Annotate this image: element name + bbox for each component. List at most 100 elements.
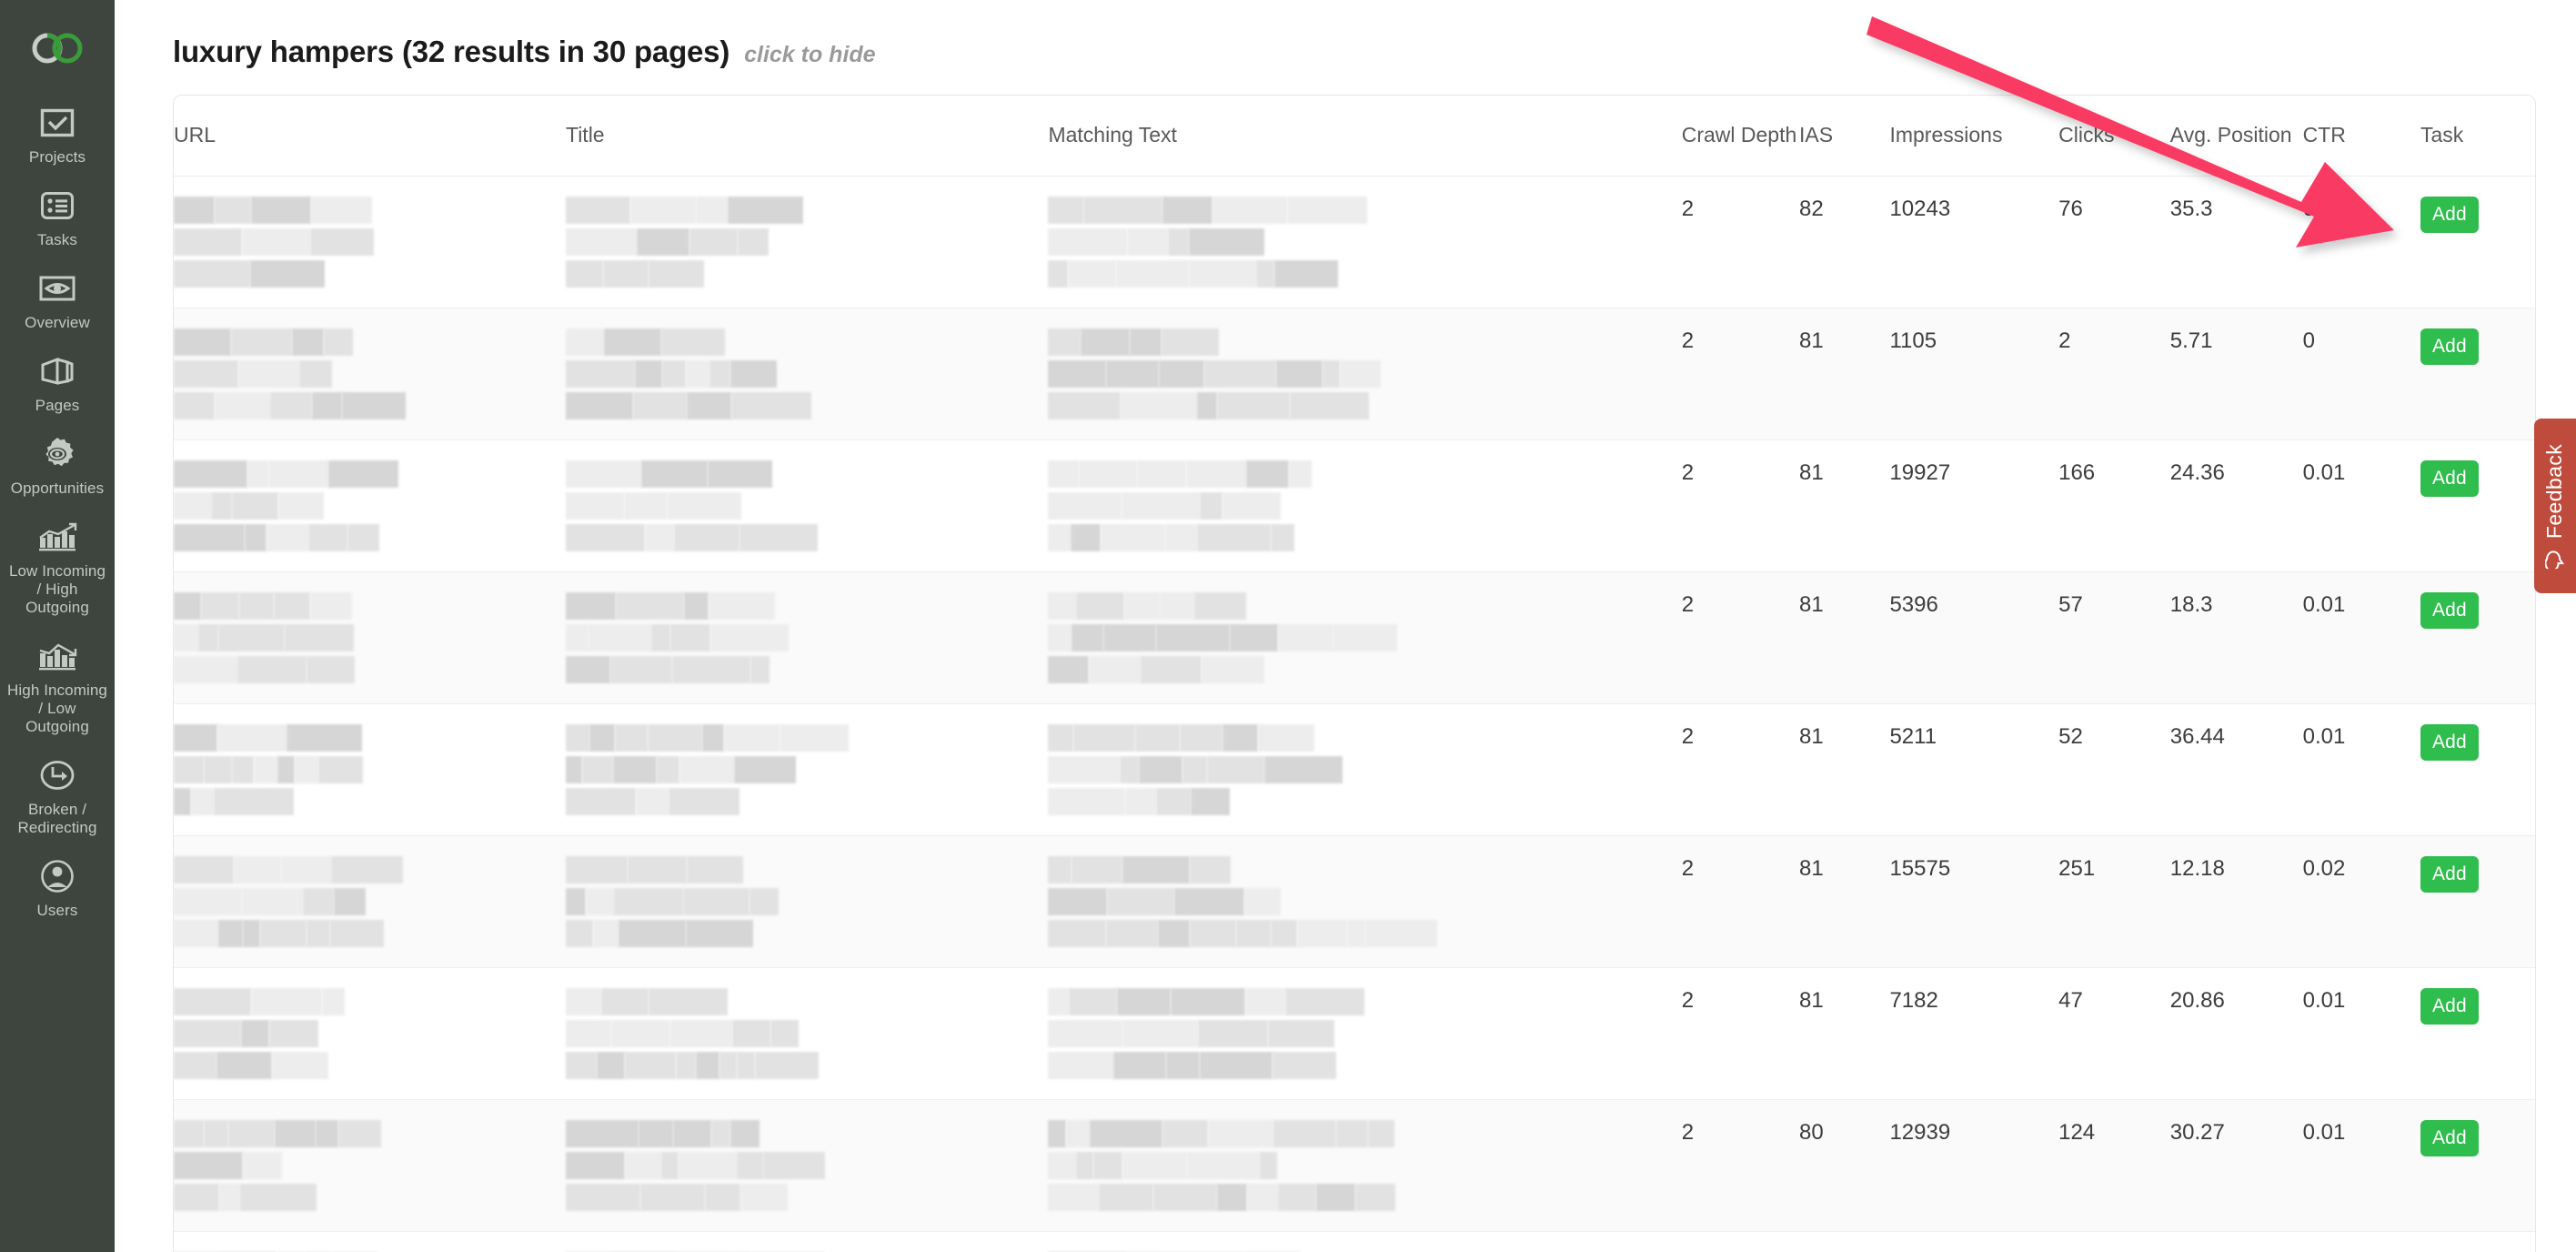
redacted-chunk [709,360,730,388]
redacted-chunk [1071,524,1102,551]
redacted-chunk [1160,592,1195,620]
sidebar-item-broken-redirecting[interactable]: Broken / Redirecting [0,756,115,837]
add-task-button[interactable]: Add [2420,1120,2479,1156]
infinity-links-logo-icon [32,33,83,64]
column-header-matching-text[interactable]: Matching Text [1048,96,1682,177]
cell-crawl-depth: 2 [1681,176,1799,308]
cell-url[interactable] [174,439,566,572]
column-header-clicks[interactable]: Clicks [2058,96,2170,177]
sidebar-item-pages[interactable]: Pages [0,352,115,415]
redacted-chunk [232,492,278,520]
redacted-chunk [174,1184,219,1211]
redacted-chunk [597,1052,625,1079]
feedback-tab[interactable]: Feedback [2534,419,2576,593]
cell-url[interactable] [174,703,566,836]
column-header-url[interactable]: URL [174,96,566,177]
column-header-title[interactable]: Title [566,96,1049,177]
redacted-line [1048,656,1681,683]
sidebar-item-opportunities[interactable]: Opportunities [0,435,115,498]
cell-matching-text [1048,1099,1682,1232]
cell-title[interactable] [566,1231,1049,1252]
redacted-chunk [728,197,803,224]
cell-url[interactable] [174,967,566,1100]
cell-impressions: 5396 [1889,571,2059,704]
redacted-chunk [328,460,398,488]
column-header-ctr[interactable]: CTR [2302,96,2420,177]
redacted-line [1048,1120,1681,1147]
column-header-crawl-depth[interactable]: Crawl Depth [1681,96,1799,177]
cell-title[interactable] [566,835,1049,968]
table-row[interactable]: 28074359924.040.01Add [174,1231,2535,1252]
sidebar-item-users[interactable]: Users [0,857,115,920]
cell-title[interactable] [566,308,1049,440]
add-task-button[interactable]: Add [2420,988,2479,1025]
cell-clicks: 47 [2058,967,2170,1100]
redacted-chunk [324,328,353,356]
toggle-hide-link[interactable]: click to hide [744,42,875,67]
column-header-task[interactable]: Task [2420,96,2535,177]
table-row[interactable]: 2 81 15575 251 12.18 0.02 Add [174,835,2535,968]
cell-title[interactable] [566,703,1049,836]
table-row[interactable]: 2 81 1105 2 5.71 0 Add [174,308,2535,440]
cell-url[interactable] [174,571,566,704]
redacted-chunk [174,1152,243,1179]
add-task-button[interactable]: Add [2420,724,2479,761]
redacted-chunk [566,788,636,815]
table-row[interactable]: 2 80 12939 124 30.27 0.01 Add [174,1099,2535,1232]
cell-title[interactable] [566,571,1049,704]
redacted-line [174,724,566,752]
redacted-chunk [322,988,345,1015]
cell-url[interactable] [174,1231,566,1252]
add-task-button[interactable]: Add [2420,197,2479,233]
sidebar-item-high-incoming-low-outgoing[interactable]: High Incoming / Low Outgoing [0,637,115,736]
redacted-chunk [1141,656,1202,683]
redacted-chunk [1048,756,1121,783]
redacted-chunk [347,524,379,551]
table-row[interactable]: 2 81 19927 166 24.36 0.01 Add [174,439,2535,572]
redacted-chunk [1048,624,1072,651]
table-row[interactable]: 2 81 5396 57 18.3 0.01 Add [174,571,2535,704]
sidebar-item-overview[interactable]: Overview [0,269,115,332]
redacted-chunk [696,1052,719,1079]
cell-url[interactable] [174,308,566,440]
sidebar-item-projects[interactable]: Projects [0,104,115,167]
redacted-text [566,856,1048,947]
cell-url[interactable] [174,176,566,308]
redacted-chunk [1048,988,1070,1015]
redacted-chunk [174,524,245,551]
sidebar-item-low-incoming-high-outgoing[interactable]: Low Incoming / High Outgoing [0,518,115,617]
sidebar-item-tasks[interactable]: Tasks [0,187,115,249]
add-task-button[interactable]: Add [2420,856,2479,893]
add-task-button[interactable]: Add [2420,328,2479,365]
redacted-chunk [310,228,374,256]
redacted-text [174,197,566,288]
redacted-chunk [245,524,267,551]
redacted-chunk [1159,360,1205,388]
column-header-avg-position[interactable]: Avg. Position [2169,96,2303,177]
table-row[interactable]: 2 81 7182 47 20.86 0.01 Add [174,967,2535,1100]
add-task-button[interactable]: Add [2420,592,2479,629]
table-row[interactable]: 2 82 10243 76 35.3 0.01 Add [174,176,2535,308]
redacted-chunk [645,524,674,551]
cell-title[interactable] [566,176,1049,308]
app-logo[interactable] [0,13,115,84]
add-task-button[interactable]: Add [2420,460,2479,497]
redacted-chunk [1278,624,1334,651]
column-header-impressions[interactable]: Impressions [1889,96,2059,177]
cell-url[interactable] [174,1099,566,1232]
redacted-chunk [1355,1184,1396,1211]
cell-title[interactable] [566,967,1049,1100]
page-title[interactable]: luxury hampers (32 results in 30 pages) … [173,0,2576,72]
table-row[interactable]: 2 81 5211 52 36.44 0.01 Add [174,703,2535,836]
redacted-chunk [174,1052,216,1079]
column-header-ias[interactable]: IAS [1799,96,1890,177]
redacted-line [566,724,1048,752]
redacted-chunk [1223,492,1282,520]
cell-title[interactable] [566,439,1049,572]
redacted-chunk [215,197,251,224]
redacted-chunk [174,592,201,620]
redacted-chunk [669,788,740,815]
cell-avg-position: 5.71 [2169,308,2303,440]
cell-url[interactable] [174,835,566,968]
cell-title[interactable] [566,1099,1049,1232]
